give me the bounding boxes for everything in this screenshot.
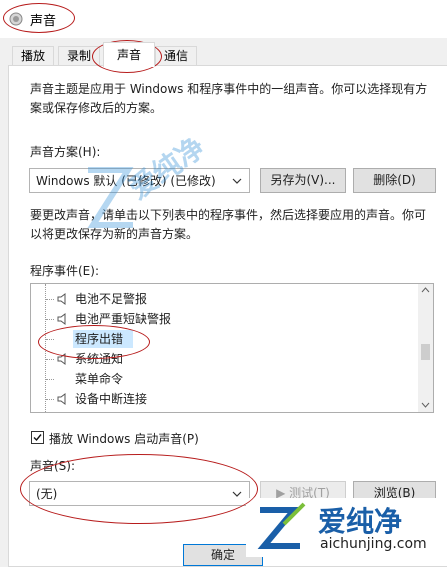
tree-branch	[46, 399, 54, 400]
description-line-1: 声音主题是应用于 Windows 和程序事件中的一组声音。你可以选择现有方	[30, 82, 428, 96]
tab-playback[interactable]: 播放	[12, 46, 55, 66]
list-item-label: 菜单命令	[75, 372, 124, 386]
list-item-label: 电池严重短缺警报	[75, 312, 172, 326]
list-item[interactable]: 电池不足警报	[31, 289, 419, 309]
sound-dropdown[interactable]: (无)	[29, 481, 250, 506]
window-title: 声音	[30, 14, 57, 29]
list-item-label: 设备中断连接	[75, 392, 148, 406]
list-item-selected[interactable]: 程序出错	[31, 329, 419, 349]
checkmark-icon	[33, 434, 42, 442]
title-bar	[0, 0, 447, 38]
description-line-2: 案或保存修改后的方案。	[30, 101, 163, 115]
tree-branch	[46, 299, 54, 300]
speaker-icon	[57, 293, 66, 305]
list-scrollbar[interactable]	[418, 284, 433, 412]
events-label: 程序事件(E):	[30, 264, 99, 278]
list-item-label: 电池不足警报	[75, 292, 148, 306]
sound-value: (无)	[36, 487, 58, 501]
program-events-list[interactable]: 电池不足警报 电池严重短缺警报 程序出错 系统通知 菜单命令 设备中断连接	[30, 283, 434, 413]
startup-sound-label: 播放 Windows 启动声音(P)	[49, 432, 199, 446]
watermark-url: aichunjing.com	[320, 536, 427, 552]
list-item[interactable]: 设备中断连接	[31, 389, 419, 409]
watermark-brand: 爱纯净	[318, 505, 403, 538]
tree-branch	[46, 359, 54, 360]
watermark-box: 爱纯净 aichunjing.com	[246, 498, 447, 557]
speaker-app-icon	[9, 12, 23, 26]
sound-label: 声音(S):	[30, 459, 76, 473]
list-item-label: 系统通知	[75, 352, 124, 366]
list-item-label: 程序出错	[75, 332, 124, 346]
scroll-up-icon[interactable]	[421, 287, 430, 293]
scroll-down-icon[interactable]	[421, 402, 430, 408]
watermark-logo-icon: 爱纯净	[87, 131, 211, 228]
chevron-down-icon	[232, 491, 242, 497]
tab-sounds[interactable]: 声音	[103, 42, 155, 67]
speaker-icon	[57, 393, 66, 405]
startup-sound-checkbox[interactable]	[31, 431, 44, 444]
tree-branch	[46, 319, 54, 320]
speaker-icon	[57, 353, 66, 365]
list-item[interactable]: 系统通知	[31, 349, 419, 369]
tab-communications[interactable]: 通信	[155, 46, 198, 66]
tree-branch	[46, 379, 54, 380]
list-item[interactable]: 菜单命令	[31, 369, 419, 389]
save-as-button[interactable]: 另存为(V)...	[260, 168, 346, 193]
svg-text:爱纯净: 爱纯净	[123, 131, 211, 206]
brand-logo-icon	[257, 502, 306, 549]
list-item[interactable]: 电池严重短缺警报	[31, 309, 419, 329]
speaker-icon	[57, 313, 66, 325]
tab-recording[interactable]: 录制	[58, 46, 101, 66]
tree-branch	[46, 339, 54, 340]
delete-button[interactable]: 删除(D)	[353, 168, 436, 193]
scrollbar-thumb[interactable]	[421, 344, 430, 360]
